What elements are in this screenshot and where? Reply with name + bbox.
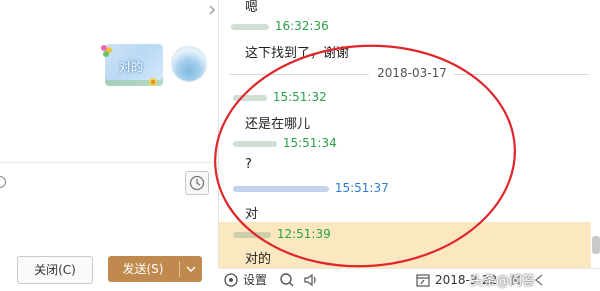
date-separator-text: 2018-03-17: [377, 66, 447, 80]
message-time: 15:51:32: [272, 90, 327, 104]
divider: [454, 74, 589, 75]
history-message: ?: [245, 157, 252, 172]
message-time: 15:51:34: [282, 136, 337, 150]
sender-name-redacted: [233, 94, 267, 101]
divider: [0, 162, 218, 163]
message-meta: 15:51:34: [233, 136, 337, 150]
sender-name-redacted: [233, 231, 271, 238]
message-history-pane[interactable]: 嗯 16:32:36 这下找到了，谢谢 2018-03-17 15:51:32 …: [219, 0, 600, 268]
message-time: 12:51:39: [276, 227, 331, 241]
history-message: 嗯: [245, 0, 259, 15]
divider: [229, 74, 369, 75]
avatar[interactable]: [171, 46, 207, 82]
history-message: 对的: [245, 252, 272, 267]
clock-icon: [189, 175, 205, 191]
message-meta: 15:51:32: [233, 90, 327, 104]
message-time: 15:51:37: [334, 181, 389, 195]
close-button[interactable]: 关闭(C): [17, 256, 93, 284]
calendar-icon[interactable]: [415, 272, 431, 288]
message-meta: 12:51:39: [233, 227, 331, 241]
sender-name-redacted: [231, 23, 269, 30]
bubble-decoration-icon: [101, 45, 112, 57]
settings-icon[interactable]: [223, 272, 239, 288]
watermark: 头条@问答: [470, 274, 536, 289]
sender-name-redacted: [233, 185, 329, 192]
send-button-label: 发送(S): [122, 262, 164, 276]
history-toolbar: 设置 2018-3-22: [219, 268, 600, 291]
history-message: 对: [245, 207, 259, 222]
chat-message-area[interactable]: 对的: [0, 0, 218, 162]
message-meta: 16:32:36: [231, 19, 329, 33]
emoji-icon[interactable]: [0, 176, 6, 188]
send-button[interactable]: 发送(S): [108, 256, 202, 282]
date-separator: 2018-03-17: [229, 66, 589, 82]
speaker-icon[interactable]: [303, 272, 319, 288]
sender-name-redacted: [233, 140, 277, 147]
history-clock-button[interactable]: [185, 171, 209, 195]
scrollbar-thumb[interactable]: [592, 236, 600, 254]
message-time: 16:32:36: [274, 19, 329, 33]
history-message: 这下找到了，谢谢: [245, 46, 350, 61]
bubble-decoration-icon: [149, 78, 157, 86]
outgoing-message-text: 对的: [119, 60, 144, 74]
chevron-right-icon[interactable]: [207, 4, 217, 16]
search-icon[interactable]: [279, 272, 295, 288]
message-meta: 15:51:37: [233, 181, 389, 195]
history-message: 还是在哪儿: [245, 117, 311, 132]
chat-input-pane: 对的 关闭(C) 发送(S): [0, 0, 218, 290]
chevron-down-icon: [186, 266, 196, 272]
settings-label[interactable]: 设置: [243, 272, 267, 288]
send-options-dropdown[interactable]: [180, 256, 202, 282]
